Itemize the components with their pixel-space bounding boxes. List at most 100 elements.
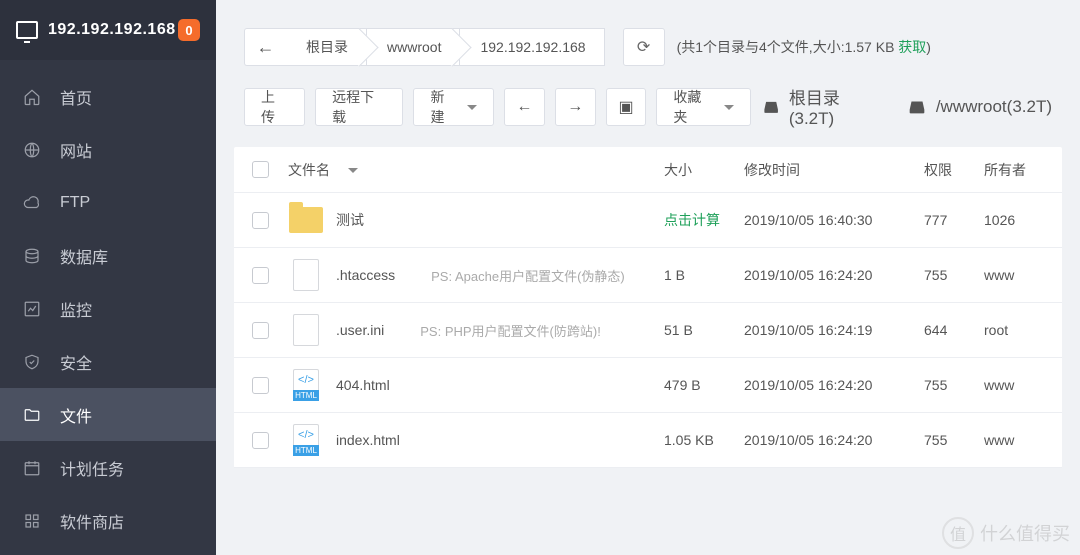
main-panel: ← 根目录wwwroot192.192.192.168 ⟳ (共1个目录与4个文… [216, 0, 1080, 555]
sidebar-item-label: FTP [60, 194, 90, 212]
sidebar-item-cron[interactable]: 计划任务 [0, 441, 216, 494]
arrow-left-icon: ← [516, 98, 532, 116]
summary-text: (共1个目录与4个文件,大小:1.57 KB [677, 39, 899, 55]
favorites-button[interactable]: 收藏夹 [656, 88, 750, 126]
database-icon [22, 246, 42, 266]
col-perm-header[interactable]: 权限 [924, 160, 984, 180]
sidebar-item-home[interactable]: 首页 [0, 70, 216, 123]
file-name[interactable]: .htaccess [336, 267, 395, 283]
nav-forward-button[interactable]: → [555, 88, 596, 126]
file-owner: 1026 [984, 212, 1044, 228]
row-checkbox[interactable] [252, 432, 269, 449]
nav-back-button[interactable]: ← [504, 88, 545, 126]
html-file-icon [293, 424, 319, 456]
home-icon [22, 87, 42, 107]
file-perm: 755 [924, 267, 984, 283]
file-mtime: 2019/10/05 16:24:20 [744, 377, 924, 393]
watermark-text: 什么值得买 [980, 520, 1070, 546]
sidebar-item-label: 软件商店 [60, 509, 124, 533]
table-row[interactable]: 404.html 479 B 2019/10/05 16:24:20 755 w… [234, 358, 1062, 413]
arrow-left-icon: ← [257, 37, 275, 58]
disk-item[interactable]: 根目录(3.2T) [761, 84, 878, 129]
col-mtime-header[interactable]: 修改时间 [744, 160, 924, 180]
file-name[interactable]: index.html [336, 432, 400, 448]
arrow-right-icon: → [567, 98, 583, 116]
sidebar-item-ftp[interactable]: FTP [0, 176, 216, 229]
cloud-icon [22, 193, 42, 213]
breadcrumb-segment[interactable]: wwwroot [367, 28, 460, 66]
file-table: 文件名 大小 修改时间 权限 所有者 测试 点击计算 2019/10/05 16… [234, 147, 1062, 468]
grid-icon [22, 511, 42, 531]
sidebar-item-label: 文件 [60, 403, 92, 427]
remote-download-button[interactable]: 远程下载 [315, 88, 403, 126]
folder-icon [289, 207, 323, 233]
sidebar-item-security[interactable]: 安全 [0, 335, 216, 388]
disk-list: 根目录(3.2T) /wwwroot(3.2T) [761, 84, 1052, 129]
row-checkbox[interactable] [252, 212, 269, 229]
monitor-icon [16, 21, 38, 39]
file-name[interactable]: .user.ini [336, 322, 384, 338]
file-size: 1 B [664, 267, 685, 283]
chevron-down-icon [720, 99, 734, 115]
row-checkbox[interactable] [252, 377, 269, 394]
watermark-icon: 值 [942, 517, 974, 549]
refresh-icon: ⟳ [637, 37, 650, 57]
terminal-button[interactable]: ▣ [606, 88, 647, 126]
row-checkbox[interactable] [252, 267, 269, 284]
breadcrumb: ← 根目录wwwroot192.192.192.168 [244, 28, 605, 66]
server-ip: 192.192.192.168 [48, 21, 176, 39]
upload-button[interactable]: 上传 [244, 88, 305, 126]
summary-get-link[interactable]: 获取 [898, 39, 926, 55]
html-file-icon [293, 369, 319, 401]
sidebar-header: 192.192.192.168 0 [0, 0, 216, 60]
notification-badge[interactable]: 0 [178, 19, 200, 41]
sidebar-item-site[interactable]: 网站 [0, 123, 216, 176]
sidebar-item-label: 数据库 [60, 244, 108, 268]
file-icon [293, 259, 319, 291]
sidebar-item-files[interactable]: 文件 [0, 388, 216, 441]
row-checkbox[interactable] [252, 322, 269, 339]
summary-close: ) [926, 39, 931, 55]
file-icon [293, 314, 319, 346]
file-mtime: 2019/10/05 16:40:30 [744, 212, 924, 228]
breadcrumb-refresh-button[interactable]: ⟳ [623, 28, 665, 66]
watermark: 值 什么值得买 [942, 517, 1070, 549]
col-name-header[interactable]: 文件名 [288, 160, 664, 180]
new-button[interactable]: 新建 [413, 88, 494, 126]
file-size: 51 B [664, 322, 693, 338]
disk-item[interactable]: /wwwroot(3.2T) [906, 84, 1052, 129]
file-size[interactable]: 点击计算 [664, 212, 720, 228]
table-row[interactable]: .htaccess PS: Apache用户配置文件(伪静态) 1 B 2019/… [234, 248, 1062, 303]
file-owner: www [984, 377, 1044, 393]
chevron-down-icon [463, 99, 477, 115]
disk-icon [761, 96, 781, 118]
breadcrumb-back-button[interactable]: ← [244, 28, 286, 66]
table-row[interactable]: .user.iniPS: PHP用户配置文件(防跨站)! 51 B 2019/1… [234, 303, 1062, 358]
file-name[interactable]: 404.html [336, 377, 390, 393]
terminal-icon: ▣ [618, 97, 633, 117]
breadcrumb-segment[interactable]: 根目录 [286, 28, 367, 66]
file-perm: 755 [924, 377, 984, 393]
calendar-icon [22, 458, 42, 478]
table-header: 文件名 大小 修改时间 权限 所有者 [234, 147, 1062, 193]
sidebar-item-label: 首页 [60, 85, 92, 109]
col-size-header[interactable]: 大小 [664, 160, 744, 180]
sidebar-item-monitor[interactable]: 监控 [0, 282, 216, 335]
table-row[interactable]: 测试 点击计算 2019/10/05 16:40:30 777 1026 [234, 193, 1062, 248]
file-mtime: 2019/10/05 16:24:20 [744, 267, 924, 283]
table-row[interactable]: index.html 1.05 KB 2019/10/05 16:24:20 7… [234, 413, 1062, 468]
file-ps: PS: Apache用户配置文件(伪静态) [431, 266, 625, 285]
file-name[interactable]: 测试 [336, 210, 364, 230]
sidebar-item-store[interactable]: 软件商店 [0, 494, 216, 547]
file-owner: root [984, 322, 1044, 338]
breadcrumb-row: ← 根目录wwwroot192.192.192.168 ⟳ (共1个目录与4个文… [216, 0, 1080, 66]
breadcrumb-segment[interactable]: 192.192.192.168 [460, 28, 604, 66]
folder-icon [22, 405, 42, 425]
globe-icon [22, 140, 42, 160]
sidebar-item-label: 计划任务 [60, 456, 124, 480]
select-all-checkbox[interactable] [252, 161, 269, 178]
col-owner-header[interactable]: 所有者 [984, 160, 1044, 180]
sidebar-item-db[interactable]: 数据库 [0, 229, 216, 282]
file-size: 479 B [664, 377, 701, 393]
file-perm: 755 [924, 432, 984, 448]
